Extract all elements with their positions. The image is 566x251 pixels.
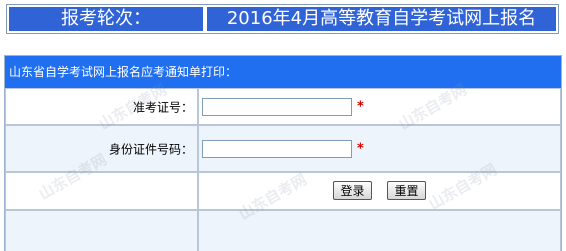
ticket-number-input[interactable]: [202, 97, 352, 116]
form-row-actions: 登录 重置: [5, 172, 561, 210]
form-row-ticket-number: 准考证号： *: [5, 88, 561, 125]
form-row-id-number: 身份证件号码： *: [5, 125, 561, 172]
required-marker: *: [357, 141, 364, 156]
exam-round-label: 报考轮次：: [9, 7, 203, 31]
login-button[interactable]: 登录: [333, 181, 372, 200]
exam-round-value: 2016年4月高等教育自学考试网上报名: [207, 7, 556, 31]
exam-round-bar: 报考轮次： 2016年4月高等教育自学考试网上报名: [6, 4, 559, 34]
id-number-input[interactable]: [202, 139, 352, 158]
admission-notice-form: 山东省自学考试网上报名应考通知单打印： 准考证号： * 身份证件号码： * 登录…: [4, 55, 562, 251]
form-row-empty: [5, 210, 561, 251]
id-number-label: 身份证件号码：: [108, 142, 193, 156]
reset-button[interactable]: 重置: [387, 181, 426, 200]
required-marker: *: [357, 99, 364, 114]
form-header: 山东省自学考试网上报名应考通知单打印：: [5, 56, 561, 88]
ticket-number-label: 准考证号：: [132, 100, 193, 114]
